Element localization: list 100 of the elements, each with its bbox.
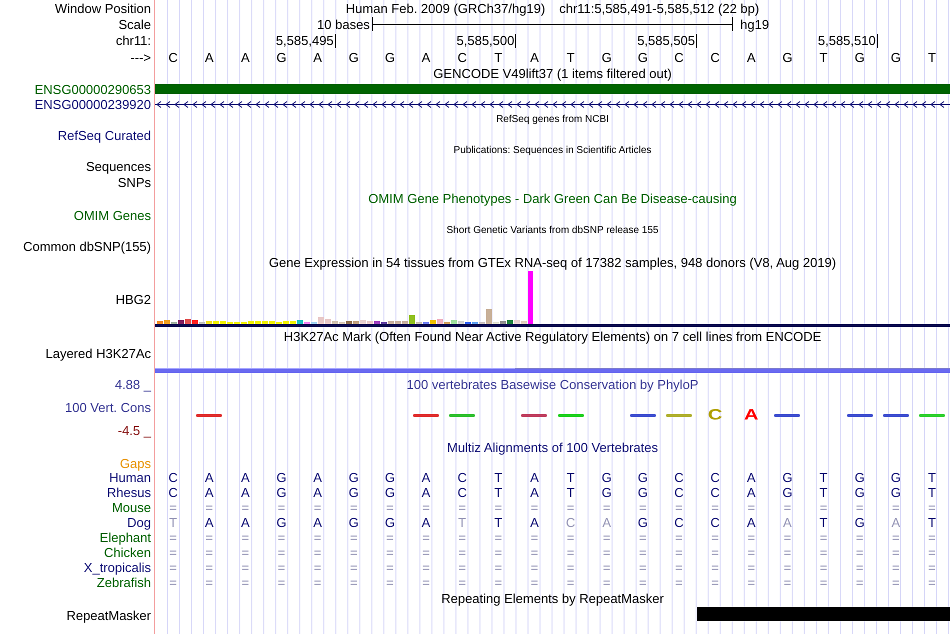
base-letter: = [711, 531, 719, 544]
base-letter: A [241, 50, 250, 64]
assembly-name: hg19 [739, 18, 770, 30]
base-letter: G [384, 471, 395, 484]
base-letter: = [892, 576, 900, 589]
base-letter: = [314, 561, 322, 574]
base-letter: = [602, 501, 610, 514]
base-letter: = [639, 576, 647, 589]
base-letter: = [242, 531, 250, 544]
position-tick: 5,585,495 [276, 34, 336, 48]
base-letter: = [856, 561, 864, 574]
base-letter: = [422, 576, 430, 589]
base-letter: = [675, 576, 683, 589]
base-letter: = [278, 531, 286, 544]
base-letter: C [168, 471, 178, 484]
base-letter: = [566, 546, 574, 559]
base-letter: G [276, 471, 287, 484]
species-label: Rhesus [106, 486, 151, 499]
logo-letter: C [708, 408, 722, 422]
base-letter: = [566, 561, 574, 574]
base-letter: = [169, 531, 177, 544]
base-letter: T [928, 50, 936, 64]
base-letter: = [892, 531, 900, 544]
base-letter: = [530, 561, 538, 574]
base-letter: = [169, 576, 177, 589]
axis-max-label: 4.88 _ [114, 378, 151, 391]
assembly-text: Human Feb. 2009 (GRCh37/hg19) [346, 2, 546, 14]
base-letter: G [782, 486, 792, 499]
strand-label: ---> [130, 50, 151, 64]
base-letter: = [205, 531, 213, 544]
base-letter: G [384, 516, 395, 529]
base-letter: = [784, 531, 792, 544]
base-letter: T [820, 471, 828, 484]
base-letter: = [278, 561, 286, 574]
base-letter: C [457, 486, 467, 499]
track-title: Gene Expression in 54 tissues from GTEx RNA-seq of 17382 samples, 948 donors (V8, Aug 2019) [268, 256, 836, 269]
base-letter: G [638, 516, 648, 529]
base-letter: = [242, 546, 250, 559]
base-letter: G [602, 486, 612, 499]
base-letter: A [746, 471, 756, 484]
base-letter: C [674, 471, 684, 484]
track-title: GENCODE V49lift37 (1 items filtered out) [433, 67, 672, 80]
base-letter: = [458, 531, 466, 544]
base-letter: T [566, 471, 575, 484]
base-letter: A [241, 486, 250, 499]
track-title: OMIM Gene Phenotypes - Dark Green Can Be Disease-causing [368, 192, 737, 205]
base-letter: T [169, 516, 178, 529]
base-letter: A [204, 471, 214, 484]
gene-label: ENSG00000290653 [34, 83, 151, 96]
base-letter: A [530, 50, 539, 64]
base-letter: = [494, 576, 502, 589]
base-letter: = [494, 501, 502, 514]
base-letter: = [892, 501, 900, 514]
base-letter: = [856, 501, 864, 514]
base-letter: G [602, 50, 612, 64]
base-letter: A [783, 516, 792, 529]
base-letter: = [386, 561, 394, 574]
species-label: Chicken [104, 546, 151, 559]
position-range: chr11:5,585,491-5,585,512 (22 bp) [559, 2, 760, 14]
track-label: Layered H3K27Ac [45, 346, 151, 360]
track-label: Gaps [120, 456, 151, 470]
base-letter: G [638, 486, 648, 499]
base-letter: A [746, 486, 756, 499]
base-letter: G [854, 50, 865, 64]
base-letter: = [892, 561, 900, 574]
base-letter: = [458, 576, 466, 589]
base-letter: G [782, 50, 792, 64]
base-letter: G [276, 516, 287, 529]
base-letter: = [278, 501, 286, 514]
base-letter: = [494, 546, 502, 559]
base-letter: T [494, 516, 502, 529]
species-label: Dog [127, 516, 151, 529]
base-letter: = [928, 561, 936, 574]
base-letter: = [820, 531, 828, 544]
base-letter: = [458, 561, 466, 574]
base-letter: = [820, 576, 828, 589]
base-letter: = [928, 576, 936, 589]
base-letter: = [530, 501, 538, 514]
base-letter: = [711, 546, 719, 559]
base-letter: = [350, 576, 358, 589]
axis-min-label: -4.5 _ [118, 424, 151, 437]
base-letter: C [168, 486, 178, 499]
base-letter: A [204, 50, 214, 64]
base-letter: = [784, 561, 792, 574]
base-letter: C [710, 50, 720, 64]
base-letter: T [566, 50, 575, 64]
species-label: Elephant [100, 531, 151, 544]
track-label: Common dbSNP(155) [23, 240, 151, 252]
base-letter: T [458, 516, 466, 529]
base-letter: = [784, 576, 792, 589]
base-letter: = [675, 561, 683, 574]
base-letter: = [169, 546, 177, 559]
track-title: Multiz Alignments of 100 Vertebrates [446, 441, 658, 454]
base-letter: T [494, 486, 502, 499]
row-label: Window Position [54, 2, 151, 14]
base-letter: = [928, 546, 936, 559]
base-letter: G [854, 471, 865, 484]
track-label: 100 Vert. Cons [65, 401, 151, 414]
track-title: Publications: Sequences in Scientific Articles [454, 146, 652, 156]
base-letter: A [422, 50, 430, 64]
